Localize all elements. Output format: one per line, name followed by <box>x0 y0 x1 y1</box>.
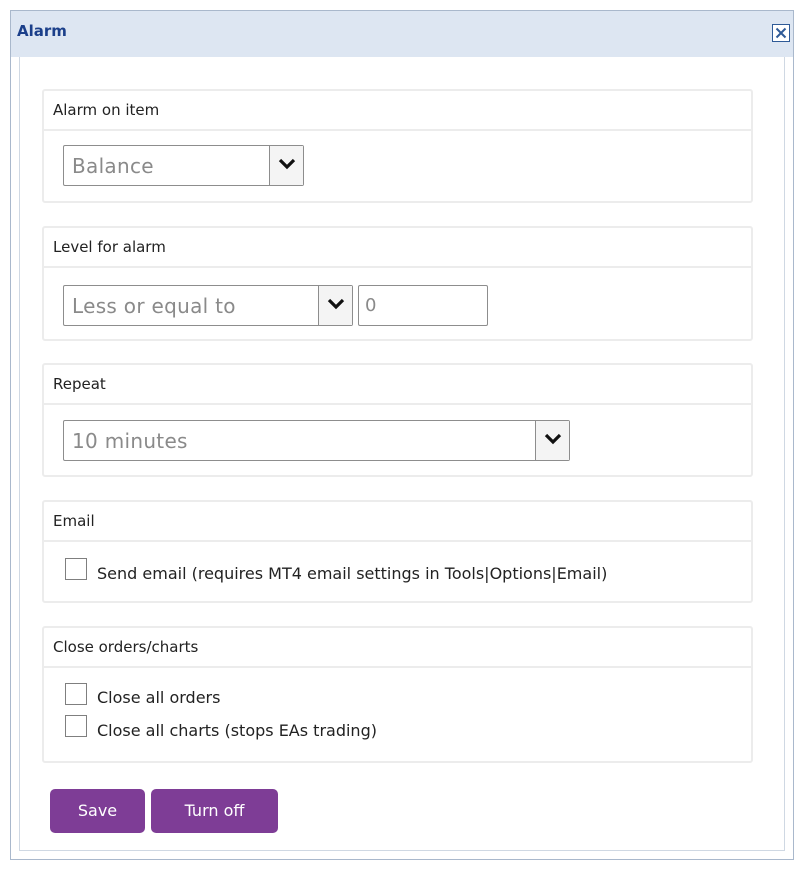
close-all-orders-checkbox[interactable] <box>65 683 87 705</box>
save-button[interactable]: Save <box>50 789 145 833</box>
level-comparison-selected-value: Less or equal to <box>72 294 236 318</box>
alarm-on-item-heading: Alarm on item <box>44 91 751 131</box>
close-orders-heading: Close orders/charts <box>44 628 751 668</box>
close-icon[interactable] <box>772 24 790 42</box>
turn-off-button[interactable]: Turn off <box>151 789 278 833</box>
close-all-charts-checkbox[interactable] <box>65 715 87 737</box>
alarm-item-selected-value: Balance <box>72 154 154 178</box>
repeat-selected-value: 10 minutes <box>72 429 188 453</box>
close-all-charts-label[interactable]: Close all charts (stops EAs trading) <box>97 721 377 740</box>
close-all-orders-label[interactable]: Close all orders <box>97 688 220 707</box>
level-heading: Level for alarm <box>44 228 751 268</box>
alarm-item-select[interactable]: Balance <box>63 145 304 186</box>
dialog-title: Alarm <box>17 22 67 40</box>
chevron-down-icon[interactable] <box>269 146 303 185</box>
chevron-down-icon[interactable] <box>535 421 569 460</box>
level-comparison-select[interactable]: Less or equal to <box>63 285 353 326</box>
level-value-field[interactable] <box>359 286 487 325</box>
repeat-heading: Repeat <box>44 365 751 405</box>
send-email-checkbox[interactable] <box>65 558 87 580</box>
email-heading: Email <box>44 502 751 542</box>
level-value-input[interactable] <box>358 285 488 326</box>
dialog-titlebar[interactable]: Alarm <box>11 11 793 57</box>
repeat-select[interactable]: 10 minutes <box>63 420 570 461</box>
chevron-down-icon[interactable] <box>318 286 352 325</box>
send-email-label[interactable]: Send email (requires MT4 email settings … <box>97 564 607 583</box>
email-section: Email <box>42 500 753 603</box>
